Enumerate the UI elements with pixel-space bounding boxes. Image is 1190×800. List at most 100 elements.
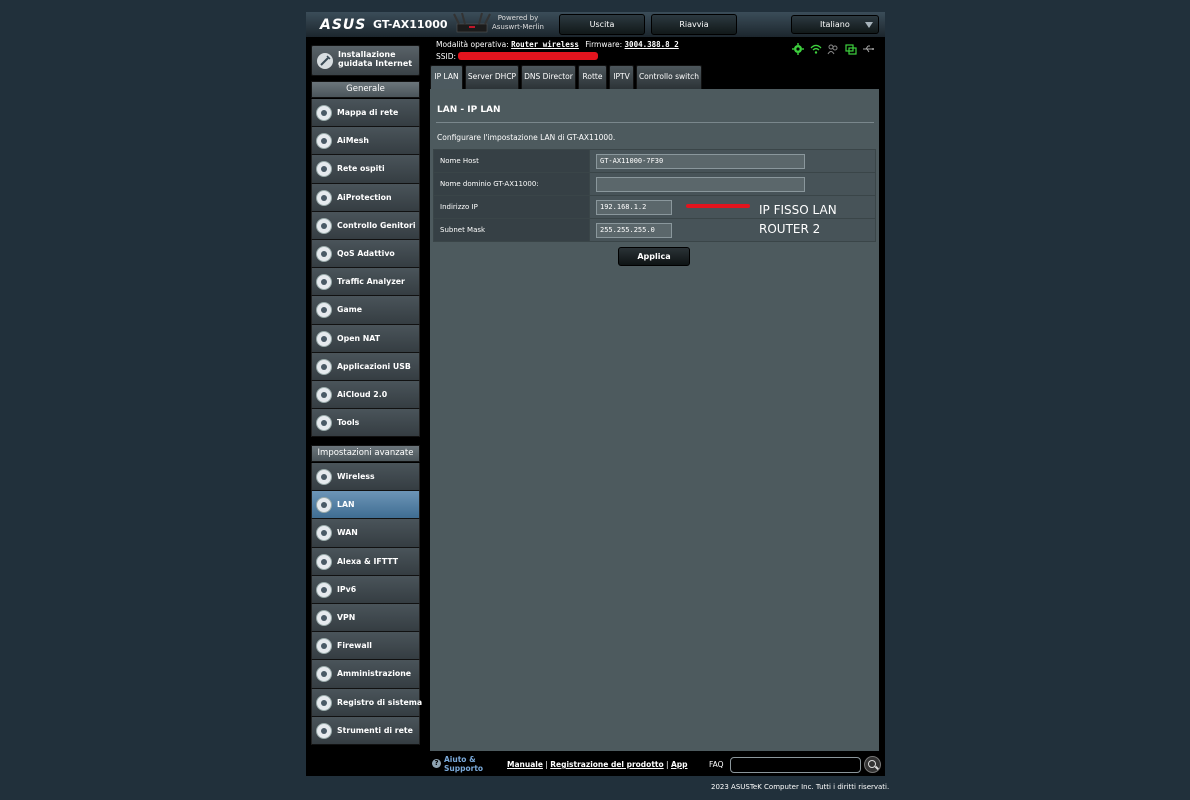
sidebar-item-label: Strumenti di rete — [337, 725, 413, 735]
wizard-icon — [317, 53, 333, 69]
sidebar-item-alexa-ifttt[interactable]: Alexa & IFTTT — [311, 547, 420, 576]
help-support-link[interactable]: Aiuto & Supporto — [444, 755, 483, 773]
sidebar-item-controllo-genitori[interactable]: Controllo Genitori — [311, 211, 420, 240]
sidebar-item-label: AiCloud 2.0 — [337, 389, 388, 399]
wifi-icon[interactable] — [810, 43, 822, 55]
mappa-di-rete-icon — [316, 105, 332, 121]
sidebar-item-lan[interactable]: LAN — [311, 491, 420, 520]
register-link[interactable]: Registrazione del prodotto — [550, 760, 663, 769]
sidebar-item-label: AiProtection — [337, 192, 392, 202]
sidebar-item-label: VPN — [337, 612, 356, 622]
app-link[interactable]: App — [671, 760, 688, 769]
domain-name-cell — [589, 172, 876, 196]
registro-di-sistema-icon — [316, 694, 332, 711]
content-panel: LAN - IP LAN Configurare l'impostazione … — [430, 89, 879, 751]
apply-button[interactable]: Applica — [618, 247, 690, 266]
table-row: Nome dominio GT-AX11000: — [433, 172, 876, 196]
sidebar-item-qos-adattivo[interactable]: QoS Adattivo — [311, 239, 420, 269]
sidebar-item-label: QoS Adattivo — [337, 248, 395, 258]
language-value: Italiano — [820, 20, 850, 29]
tab-dns-director[interactable]: DNS Director — [521, 65, 576, 89]
sidebar-item-amministrazione[interactable]: Amministrazione — [311, 660, 420, 689]
sidebar-item-label: Firewall — [337, 641, 372, 651]
sidebar-item-label: Rete ospiti — [337, 164, 385, 174]
open-nat-icon — [316, 330, 332, 347]
internet-status-icon[interactable] — [792, 43, 804, 55]
sidebar-item-registro-di-sistema[interactable]: Registro di sistema — [311, 688, 422, 717]
tab-routes[interactable]: Rotte — [578, 65, 607, 89]
ip-address-input[interactable]: 192.168.1.2 — [596, 199, 672, 215]
annotation-line1: IP FISSO LAN — [759, 203, 837, 217]
traffic-analyzer-icon — [316, 274, 332, 291]
sidebar-item-label: Controllo Genitori — [337, 220, 416, 230]
tab-dhcp-server[interactable]: Server DHCP — [465, 65, 519, 89]
sidebar-item-label: Open NAT — [337, 333, 381, 343]
help-icon: ? — [432, 759, 441, 768]
ipv6-icon — [316, 581, 332, 598]
mode-link[interactable]: Router wireless — [511, 40, 579, 49]
page-title: LAN - IP LAN — [437, 105, 501, 115]
hostname-cell: GT-AX11000-7F30 — [589, 149, 876, 173]
subnet-mask-input[interactable]: 255.255.255.0 — [596, 222, 672, 238]
sidebar-item-traffic-analyzer[interactable]: Traffic Analyzer — [311, 268, 420, 297]
search-icon[interactable] — [864, 756, 881, 773]
annotation-arrow — [686, 204, 750, 208]
controllo-genitori-icon — [316, 217, 332, 234]
faq-label: FAQ — [709, 760, 724, 769]
firmware-link[interactable]: 3004.388.8_2 — [625, 40, 679, 49]
sidebar-item-wireless[interactable]: Wireless — [311, 463, 420, 492]
reboot-button[interactable]: Riavvia — [651, 14, 737, 35]
sidebar-item-applicazioni-usb[interactable]: Applicazioni USB — [311, 352, 420, 381]
usb-icon[interactable] — [862, 43, 875, 55]
sidebar-item-label: Amministrazione — [337, 669, 412, 679]
tools-icon — [316, 415, 332, 432]
language-select[interactable]: Italiano — [791, 15, 879, 34]
router-admin-window: ASUS GT-AX11000 Powered by Asuswrt-Merli… — [306, 12, 885, 776]
alexa-ifttt-icon — [316, 553, 332, 570]
faq-search-input[interactable] — [730, 757, 861, 773]
sidebar-item-rete-ospiti[interactable]: Rete ospiti — [311, 155, 420, 184]
lan-status-icon[interactable] — [845, 43, 857, 55]
chevron-down-icon — [865, 22, 873, 28]
hostname-input[interactable]: GT-AX11000-7F30 — [596, 153, 805, 169]
lan-icon — [316, 497, 332, 514]
status-icons — [792, 43, 877, 57]
sidebar-item-label: Wireless — [337, 472, 375, 481]
sidebar-item-label: Applicazioni USB — [337, 361, 411, 371]
manual-link[interactable]: Manuale — [507, 760, 543, 769]
sidebar-item-strumenti-di-rete[interactable]: Strumenti di rete — [311, 716, 420, 745]
powered-by: Powered by Asuswrt-Merlin — [492, 14, 544, 32]
sidebar-item-aiprotection[interactable]: AiProtection — [311, 183, 420, 212]
sidebar-item-firewall[interactable]: Firewall — [311, 632, 420, 661]
clients-icon[interactable] — [827, 43, 839, 55]
quick-setup-line2: guidata Internet — [338, 59, 413, 68]
vpn-icon — [316, 609, 332, 626]
sidebar-item-mappa-di-rete[interactable]: Mappa di rete — [311, 99, 420, 128]
ssid-redaction — [458, 52, 598, 60]
sidebar-item-ipv6[interactable]: IPv6 — [311, 575, 420, 604]
tab-iptv[interactable]: IPTV — [609, 65, 634, 89]
rete-ospiti-icon — [316, 161, 332, 178]
sidebar-item-wan[interactable]: WAN — [311, 519, 420, 548]
strumenti-di-rete-icon — [316, 722, 332, 739]
copyright: 2023 ASUSTeK Computer Inc. Tutti i dirit… — [711, 783, 890, 791]
asus-logo[interactable]: ASUS — [320, 17, 366, 33]
sidebar-item-tools[interactable]: Tools — [311, 409, 420, 438]
tab-ip-lan[interactable]: IP LAN — [430, 65, 463, 89]
sidebar-item-aimesh[interactable]: AiMesh — [311, 127, 420, 156]
domain-name-input[interactable] — [596, 176, 805, 192]
sidebar-item-label: Tools — [337, 418, 360, 428]
sidebar-item-open-nat[interactable]: Open NAT — [311, 324, 420, 353]
general-menu: Mappa di rete AiMesh Rete ospiti AiProtecti… — [311, 99, 420, 438]
table-row: Nome Host GT-AX11000-7F30 — [433, 149, 876, 173]
sidebar-item-vpn[interactable]: VPN — [311, 603, 420, 633]
sidebar-item-label: Traffic Analyzer — [337, 277, 405, 287]
sidebar-item-game[interactable]: Game — [311, 296, 420, 325]
quick-setup-line1: Installazione — [338, 50, 396, 59]
sidebar-item-aicloud-2-0[interactable]: AiCloud 2.0 — [311, 380, 420, 410]
tab-switch-control[interactable]: Controllo switch — [636, 65, 702, 89]
logout-button[interactable]: Uscita — [559, 14, 645, 35]
quick-internet-setup-button[interactable]: Installazione guidata Internet — [311, 45, 420, 76]
footer-links: Manuale | Registrazione del prodotto | A… — [507, 760, 688, 769]
annotation-line2: ROUTER 2 — [759, 222, 821, 236]
